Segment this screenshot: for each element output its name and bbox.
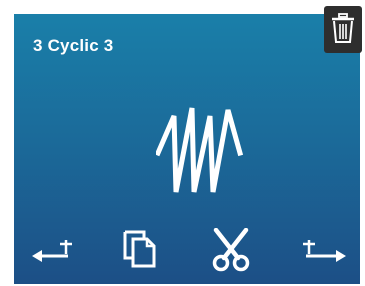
stitch-card[interactable]: 3 Cyclic 3 [14, 14, 360, 284]
insert-before-icon[interactable] [30, 234, 76, 270]
delete-button[interactable] [324, 6, 362, 53]
insert-after-icon[interactable] [300, 234, 348, 270]
stitch-zigzag-icon [156, 107, 244, 193]
scissors-icon[interactable] [210, 228, 252, 272]
duplicate-icon[interactable] [120, 228, 160, 270]
trash-icon [332, 13, 354, 43]
stitch-title: 3 Cyclic 3 [33, 36, 114, 55]
